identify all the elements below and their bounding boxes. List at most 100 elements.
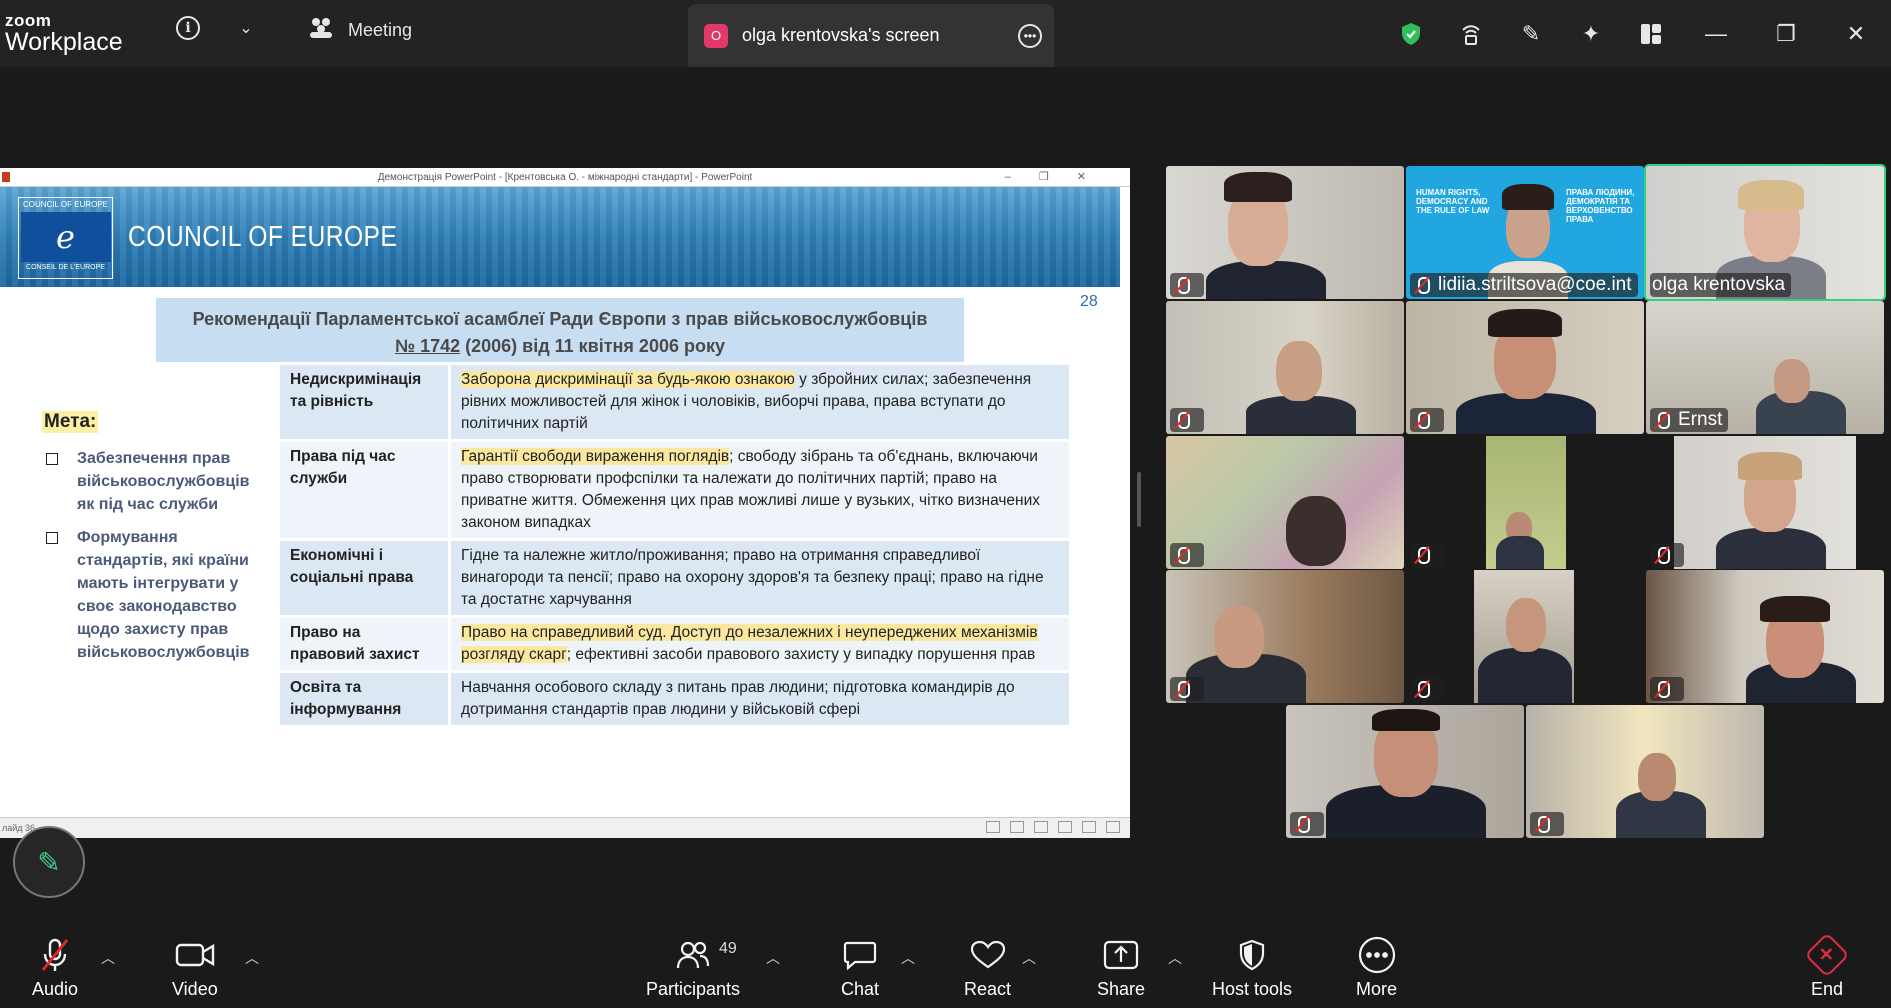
host-tools-button[interactable]: Host tools: [1212, 935, 1292, 1000]
chat-button[interactable]: Chat: [841, 935, 879, 1000]
split-handle[interactable]: [1137, 472, 1141, 527]
brand-top: zoom: [5, 11, 52, 30]
more-button[interactable]: More: [1356, 935, 1397, 1000]
participant-label: [1650, 543, 1684, 567]
close-icon[interactable]: ✕: [1821, 0, 1891, 67]
video-button[interactable]: Video: [172, 935, 218, 1000]
react-options-caret[interactable]: ︿: [1022, 948, 1036, 968]
annotate-pen-button[interactable]: ✎: [13, 826, 85, 898]
info-icon[interactable]: i: [176, 16, 200, 40]
screen-tab-label: olga krentovska's screen: [742, 25, 940, 45]
participants-group-icon: [308, 16, 334, 45]
video-tile[interactable]: HUMAN RIGHTS, DEMOCRACY AND THE RULE OF …: [1406, 166, 1644, 299]
mic-muted-icon: [1412, 275, 1432, 295]
participant-label: [1170, 273, 1204, 297]
video-tile[interactable]: [1406, 436, 1644, 569]
react-label: React: [964, 979, 1012, 999]
participant-label: [1650, 677, 1684, 701]
more-dots-icon: [1358, 935, 1396, 975]
window-controls: ✎ ✦ — ❐ ✕: [1381, 0, 1891, 67]
powerpoint-window-title: Демонстрація PowerPoint - [Крентовська О…: [377, 172, 753, 183]
brand-bottom: Workplace: [5, 28, 123, 56]
row-key: Права під час служби: [280, 442, 451, 538]
participant-label: [1170, 408, 1204, 432]
annotate-icon[interactable]: ✎: [1501, 0, 1561, 67]
chat-bubble-icon: [843, 935, 877, 975]
participant-label: [1290, 812, 1324, 836]
audio-button[interactable]: Audio: [32, 935, 78, 1000]
video-tile[interactable]: [1286, 705, 1524, 838]
table-row: Економічні і соціальні права Гідне та на…: [280, 541, 1069, 615]
minimize-icon[interactable]: —: [1681, 0, 1751, 67]
mic-muted-icon: [1172, 679, 1192, 699]
audio-options-caret[interactable]: ︿: [101, 948, 115, 968]
row-key: Освіта та інформування: [280, 673, 451, 725]
powerpoint-title-bar: Демонстрація PowerPoint - [Крентовська О…: [0, 168, 1130, 187]
video-tile-active-speaker[interactable]: olga krentovska: [1644, 164, 1886, 301]
row-value: Гарантії свободи вираження поглядів; сво…: [451, 442, 1069, 538]
react-button[interactable]: React: [964, 935, 1011, 1000]
end-meeting-button[interactable]: ✕ End: [1804, 932, 1850, 1000]
coe-emblem-icon: e: [20, 212, 111, 262]
title-bar: zoom Workplace i ⌄ Meeting O olga krento…: [0, 0, 1891, 67]
coe-logo: COUNCIL OF EUROPE e CONSEIL DE L'EUROPE: [18, 197, 113, 279]
chevron-down-icon[interactable]: ⌄: [236, 18, 256, 38]
layout-icon[interactable]: [1621, 0, 1681, 67]
end-icon: ✕: [1804, 932, 1850, 978]
mic-muted-icon: [1652, 679, 1672, 699]
view-buttons[interactable]: [986, 821, 1120, 833]
participant-label: [1410, 543, 1444, 567]
zoom-logo: zoom Workplace: [5, 12, 123, 55]
powerpoint-window-controls: –❐✕: [1004, 171, 1114, 183]
more-options-icon[interactable]: •••: [1018, 24, 1042, 48]
slide-heading: Рекомендації Парламентської асамблеї Рад…: [156, 298, 964, 362]
video-tile[interactable]: [1406, 301, 1644, 434]
goal-title: Мета:: [42, 411, 99, 433]
powerpoint-icon: [2, 172, 10, 182]
row-key: Економічні і соціальні права: [280, 541, 451, 615]
participant-label: [1170, 543, 1204, 567]
coe-logo-bottom: CONSEIL DE L'EUROPE: [26, 264, 105, 271]
row-value: Навчання особового складу з питань прав …: [451, 673, 1069, 725]
video-tile[interactable]: [1406, 570, 1644, 703]
share-options-caret[interactable]: ︿: [1168, 948, 1182, 968]
share-button[interactable]: Share: [1097, 935, 1145, 1000]
coe-logo-top: COUNCIL OF EUROPE: [22, 200, 109, 209]
row-value: Право на справедливий суд. Доступ до нез…: [451, 618, 1069, 670]
restore-icon[interactable]: ❐: [1751, 0, 1821, 67]
video-tile[interactable]: Ernst: [1646, 301, 1884, 434]
tab-shared-screen[interactable]: O olga krentovska's screen •••: [688, 4, 1054, 67]
video-tile[interactable]: [1646, 570, 1884, 703]
participant-label: lidiia.striltsova@coe.int: [1410, 273, 1638, 297]
slide-heading-line2: № 1742 (2006) від 11 квітня 2006 року: [156, 333, 964, 360]
participants-icon: [676, 935, 710, 975]
tab-meeting[interactable]: Meeting: [308, 16, 412, 45]
ai-companion-icon[interactable]: ✦: [1561, 0, 1621, 67]
participant-label: [1410, 677, 1444, 701]
video-tile[interactable]: [1166, 570, 1404, 703]
participant-label: [1170, 677, 1204, 701]
slide-number: 28: [1080, 293, 1098, 310]
meeting-controls: Audio ︿ Video ︿ Participants ︿ Chat ︿ Re…: [0, 920, 1891, 1008]
video-tile[interactable]: [1166, 436, 1404, 569]
table-row: Недискримінація та рівність Заборона дис…: [280, 365, 1069, 439]
video-tile[interactable]: [1646, 436, 1884, 569]
video-tile[interactable]: [1166, 301, 1404, 434]
chat-options-caret[interactable]: ︿: [901, 948, 915, 968]
wireless-icon[interactable]: [1441, 0, 1501, 67]
coe-name: COUNCIL OF EUROPE: [128, 221, 398, 253]
more-label: More: [1356, 979, 1398, 999]
powerpoint-status-bar: лайд 36: [0, 817, 1130, 838]
video-tile[interactable]: [1526, 705, 1764, 838]
video-tile[interactable]: [1166, 166, 1404, 299]
row-text: Гідне та належне житло/проживання; право…: [461, 547, 1044, 608]
participants-options-caret[interactable]: ︿: [766, 948, 780, 968]
participant-label: olga krentovska: [1650, 273, 1792, 297]
goal-item: Забезпечення прав військовослужбовців як…: [42, 447, 262, 516]
row-highlight: Заборона дискримінації за будь-якою озна…: [461, 371, 795, 388]
row-text: Навчання особового складу з питань прав …: [461, 679, 1015, 718]
video-options-caret[interactable]: ︿: [245, 948, 259, 968]
security-shield-icon[interactable]: [1381, 0, 1441, 67]
participants-label: Participants: [646, 979, 741, 999]
goal-list: Забезпечення прав військовослужбовців як…: [42, 447, 262, 664]
